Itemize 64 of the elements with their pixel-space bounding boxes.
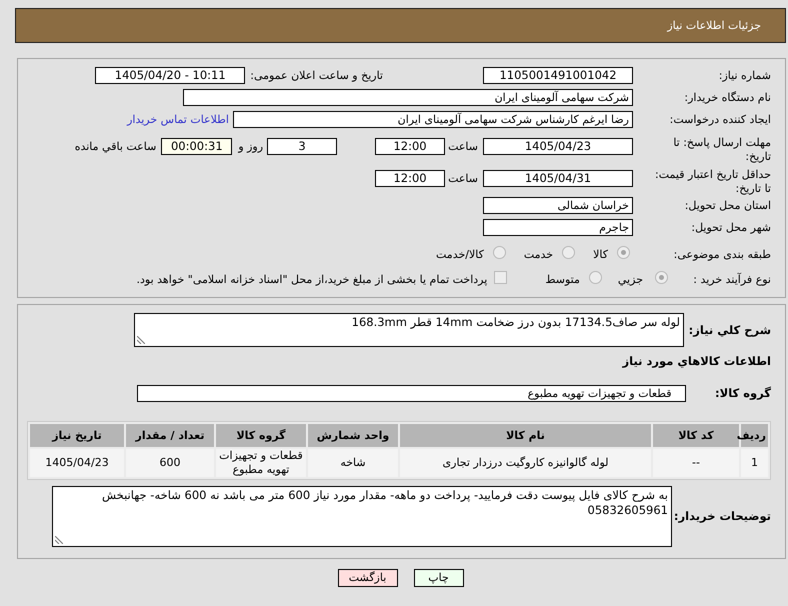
option-label: کالا	[593, 247, 608, 263]
buyer-name-field[interactable]: شرکت سهامی آلومینای ایران	[183, 89, 633, 106]
field-label: شرح کلي نیاز:	[688, 322, 771, 338]
column-header: واحد شمارش	[308, 424, 398, 447]
field-label: استان محل تحویل:	[684, 198, 771, 214]
buyer-notes-field[interactable]: به شرح کالای فایل پیوست دقت فرمایید- پرداخت دو ماهه- مقدار مورد نیاز 600 متر می باشد نه 600 شاخه- جهانبخش 05832605961	[52, 486, 672, 547]
radio-button[interactable]	[492, 246, 506, 259]
validity-time-field[interactable]: 12:00	[375, 170, 446, 187]
section-title: اطلاعات کالاهاي مورد نیاز	[622, 354, 771, 369]
column-header: کد کالا	[653, 424, 739, 447]
resize-grip-icon[interactable]	[137, 336, 145, 344]
field-label: شهر محل تحویل:	[691, 220, 771, 236]
page-title: جزئیات اطلاعات نیاز	[667, 19, 761, 32]
field-label: ساعت باقي مانده	[74, 139, 156, 155]
field-label: شماره نیاز:	[718, 68, 771, 84]
field-label: ساعت	[448, 171, 478, 187]
table-cell: 1	[741, 449, 768, 477]
table-cell: لوله گالوانیزه کاروگیت درزدار تجاری	[400, 449, 651, 477]
remaining-time-field[interactable]: 00:00:31	[161, 138, 232, 155]
days-field[interactable]: 3	[267, 138, 338, 155]
table-cell: --	[653, 449, 739, 477]
goods-group-field[interactable]: قطعات و تجهیزات تهویه مطبوع	[137, 385, 686, 402]
table-cell: 1405/04/23	[30, 449, 124, 477]
radio-button[interactable]	[588, 271, 602, 284]
field-label: ساعت	[448, 139, 478, 155]
table-cell: شاخه	[308, 449, 398, 477]
option-label: خدمت	[524, 247, 554, 263]
province-field[interactable]: خراسان شمالی	[483, 197, 633, 214]
radio-button[interactable]	[562, 246, 576, 259]
radio-button[interactable]	[617, 246, 630, 259]
print-button[interactable]: چاپ	[414, 569, 464, 587]
option-label: کالا/خدمت	[436, 247, 484, 263]
field-label: گروه کالا:	[715, 385, 771, 402]
table-cell: قطعات و تجهیزات تهویه مطبوع	[216, 449, 306, 477]
announcement-date-field[interactable]: 1405/04/20 - 10:11	[95, 67, 246, 84]
radio-button[interactable]	[655, 271, 668, 284]
table-cell: 600	[126, 449, 214, 477]
option-label: جزيي	[618, 272, 643, 288]
contact-link[interactable]: اطلاعات تماس خریدار	[127, 111, 229, 128]
column-header: تاریخ نیاز	[30, 424, 124, 447]
field-label: طبقه بندی موضوعی:	[674, 247, 771, 263]
description-field[interactable]: لوله سر صاف17134.5 بدون درز ضخامت 14mm قطر 168.3mm	[134, 313, 684, 347]
field-label: نوع فرآیند خرید :	[693, 272, 771, 288]
resize-grip-icon[interactable]	[55, 536, 63, 544]
checkbox[interactable]	[494, 271, 508, 284]
field-label: تاریخ و ساعت اعلان عمومی:	[250, 68, 383, 84]
field-label: حداقل تاریخ اعتبار قیمت: تا تاریخ:	[654, 168, 771, 196]
checkbox-label: پرداخت تمام یا بخشی از مبلغ خرید،از محل "اسناد خزانه اسلامی" خواهد بود.	[136, 272, 488, 288]
field-label: توضیحات خریدار:	[674, 508, 771, 525]
field-label: روز و	[238, 139, 264, 155]
field-label: نام دستگاه خریدار:	[684, 90, 771, 106]
field-label: مهلت ارسال پاسخ: تا تاریخ:	[672, 136, 771, 164]
deadline-time-field[interactable]: 12:00	[375, 138, 446, 155]
column-header: تعداد / مقدار	[126, 424, 214, 447]
back-button[interactable]: بازگشت	[338, 569, 398, 587]
requester-field[interactable]: رضا ایرغم کارشناس شرکت سهامی آلومینای ایران	[233, 111, 633, 128]
field-label: ایجاد کننده درخواست:	[670, 112, 771, 128]
option-label: متوسط	[545, 272, 580, 288]
column-header: نام کالا	[400, 424, 651, 447]
deadline-date-field[interactable]: 1405/04/23	[483, 138, 633, 155]
validity-date-field[interactable]: 1405/04/31	[483, 170, 633, 187]
column-header: گروه کالا	[216, 424, 306, 447]
need-number-field[interactable]: 1105001491001042	[483, 67, 633, 84]
city-field[interactable]: جاجرم	[483, 219, 633, 236]
